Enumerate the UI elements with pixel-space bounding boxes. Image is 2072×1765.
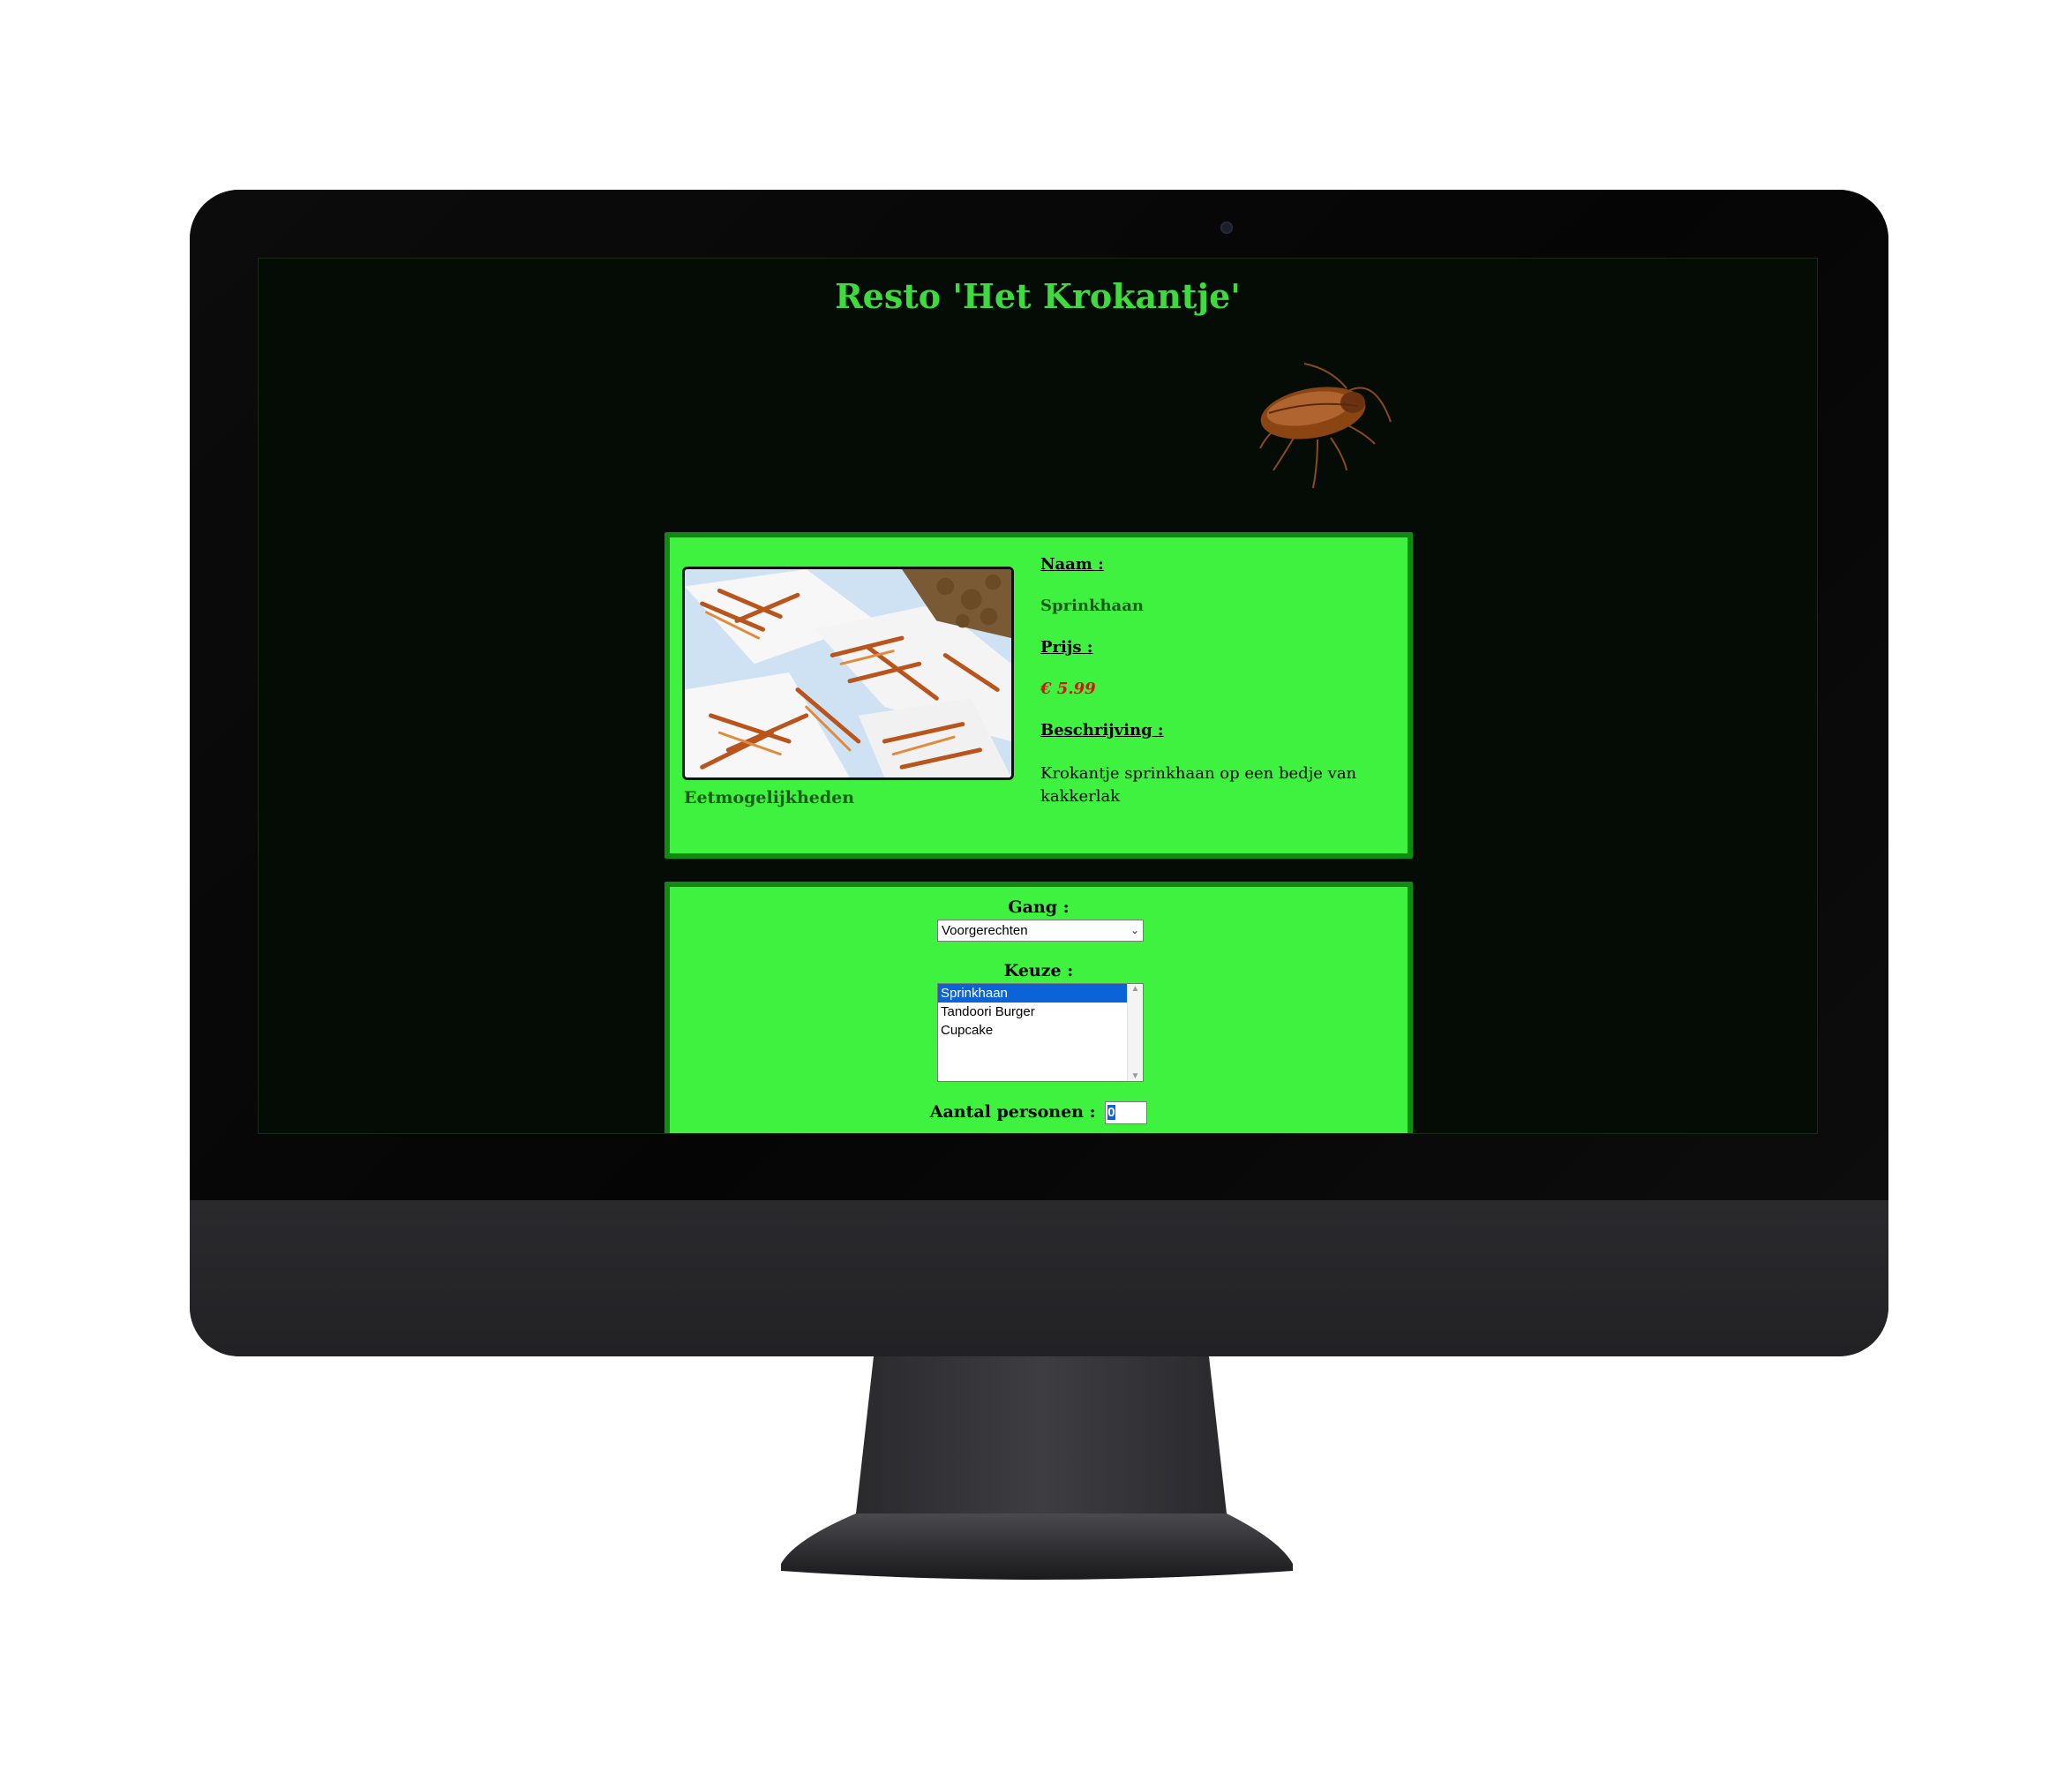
persons-value: 0 bbox=[1107, 1105, 1115, 1120]
course-selected-value: Voorgerechten bbox=[942, 923, 1028, 938]
course-label: Gang : bbox=[1008, 898, 1070, 917]
price-label: Prijs : bbox=[1040, 638, 1093, 657]
description-label: Beschrijving : bbox=[1040, 721, 1164, 740]
product-photo bbox=[682, 567, 1014, 780]
device-chin bbox=[190, 1200, 1888, 1356]
chevron-down-icon: ⌄ bbox=[1130, 924, 1139, 936]
course-select[interactable]: Voorgerechten ⌄ bbox=[937, 920, 1144, 942]
listbox-scrollbar[interactable]: ▲ ▼ bbox=[1127, 984, 1143, 1081]
scroll-up-icon[interactable]: ▲ bbox=[1128, 984, 1143, 994]
site-title: Resto 'Het Krokantje' bbox=[835, 276, 1241, 316]
order-form-card: Gang : Voorgerechten ⌄ Keuze : Sprinkhaa… bbox=[664, 882, 1413, 1133]
photo-caption: Eetmogelijkheden bbox=[684, 788, 855, 807]
choice-option-tandoori-burger[interactable]: Tandoori Burger bbox=[938, 1003, 1127, 1021]
choice-listbox[interactable]: Sprinkhaan Tandoori Burger Cupcake ▲ ▼ bbox=[937, 983, 1144, 1082]
name-value: Sprinkhaan bbox=[1040, 597, 1144, 615]
persons-row: Aantal personen : 0 bbox=[670, 1101, 1408, 1124]
choice-label: Keuze : bbox=[1003, 961, 1074, 980]
description-value: Krokantje sprinkhaan op een bedje van ka… bbox=[1040, 764, 1357, 806]
persons-input[interactable]: 0 bbox=[1105, 1101, 1148, 1124]
choice-option-cupcake[interactable]: Cupcake bbox=[938, 1021, 1127, 1040]
name-label: Naam : bbox=[1040, 555, 1104, 574]
product-card: Eetmogelijkheden Naam : Sprinkhaan Prijs… bbox=[664, 532, 1413, 859]
persons-label: Aantal personen : bbox=[929, 1102, 1096, 1122]
scroll-down-icon[interactable]: ▼ bbox=[1128, 1071, 1143, 1081]
product-info: Naam : Sprinkhaan Prijs : € 5.99 Beschri… bbox=[1040, 555, 1393, 808]
cockroach-image bbox=[1259, 363, 1392, 489]
camera-icon bbox=[1220, 222, 1233, 234]
browser-viewport: Resto 'Het Krokantje' Eetmogelijkheden N… bbox=[258, 258, 1818, 1134]
price-value: € 5.99 bbox=[1040, 680, 1096, 698]
choice-option-sprinkhaan[interactable]: Sprinkhaan bbox=[938, 984, 1127, 1003]
